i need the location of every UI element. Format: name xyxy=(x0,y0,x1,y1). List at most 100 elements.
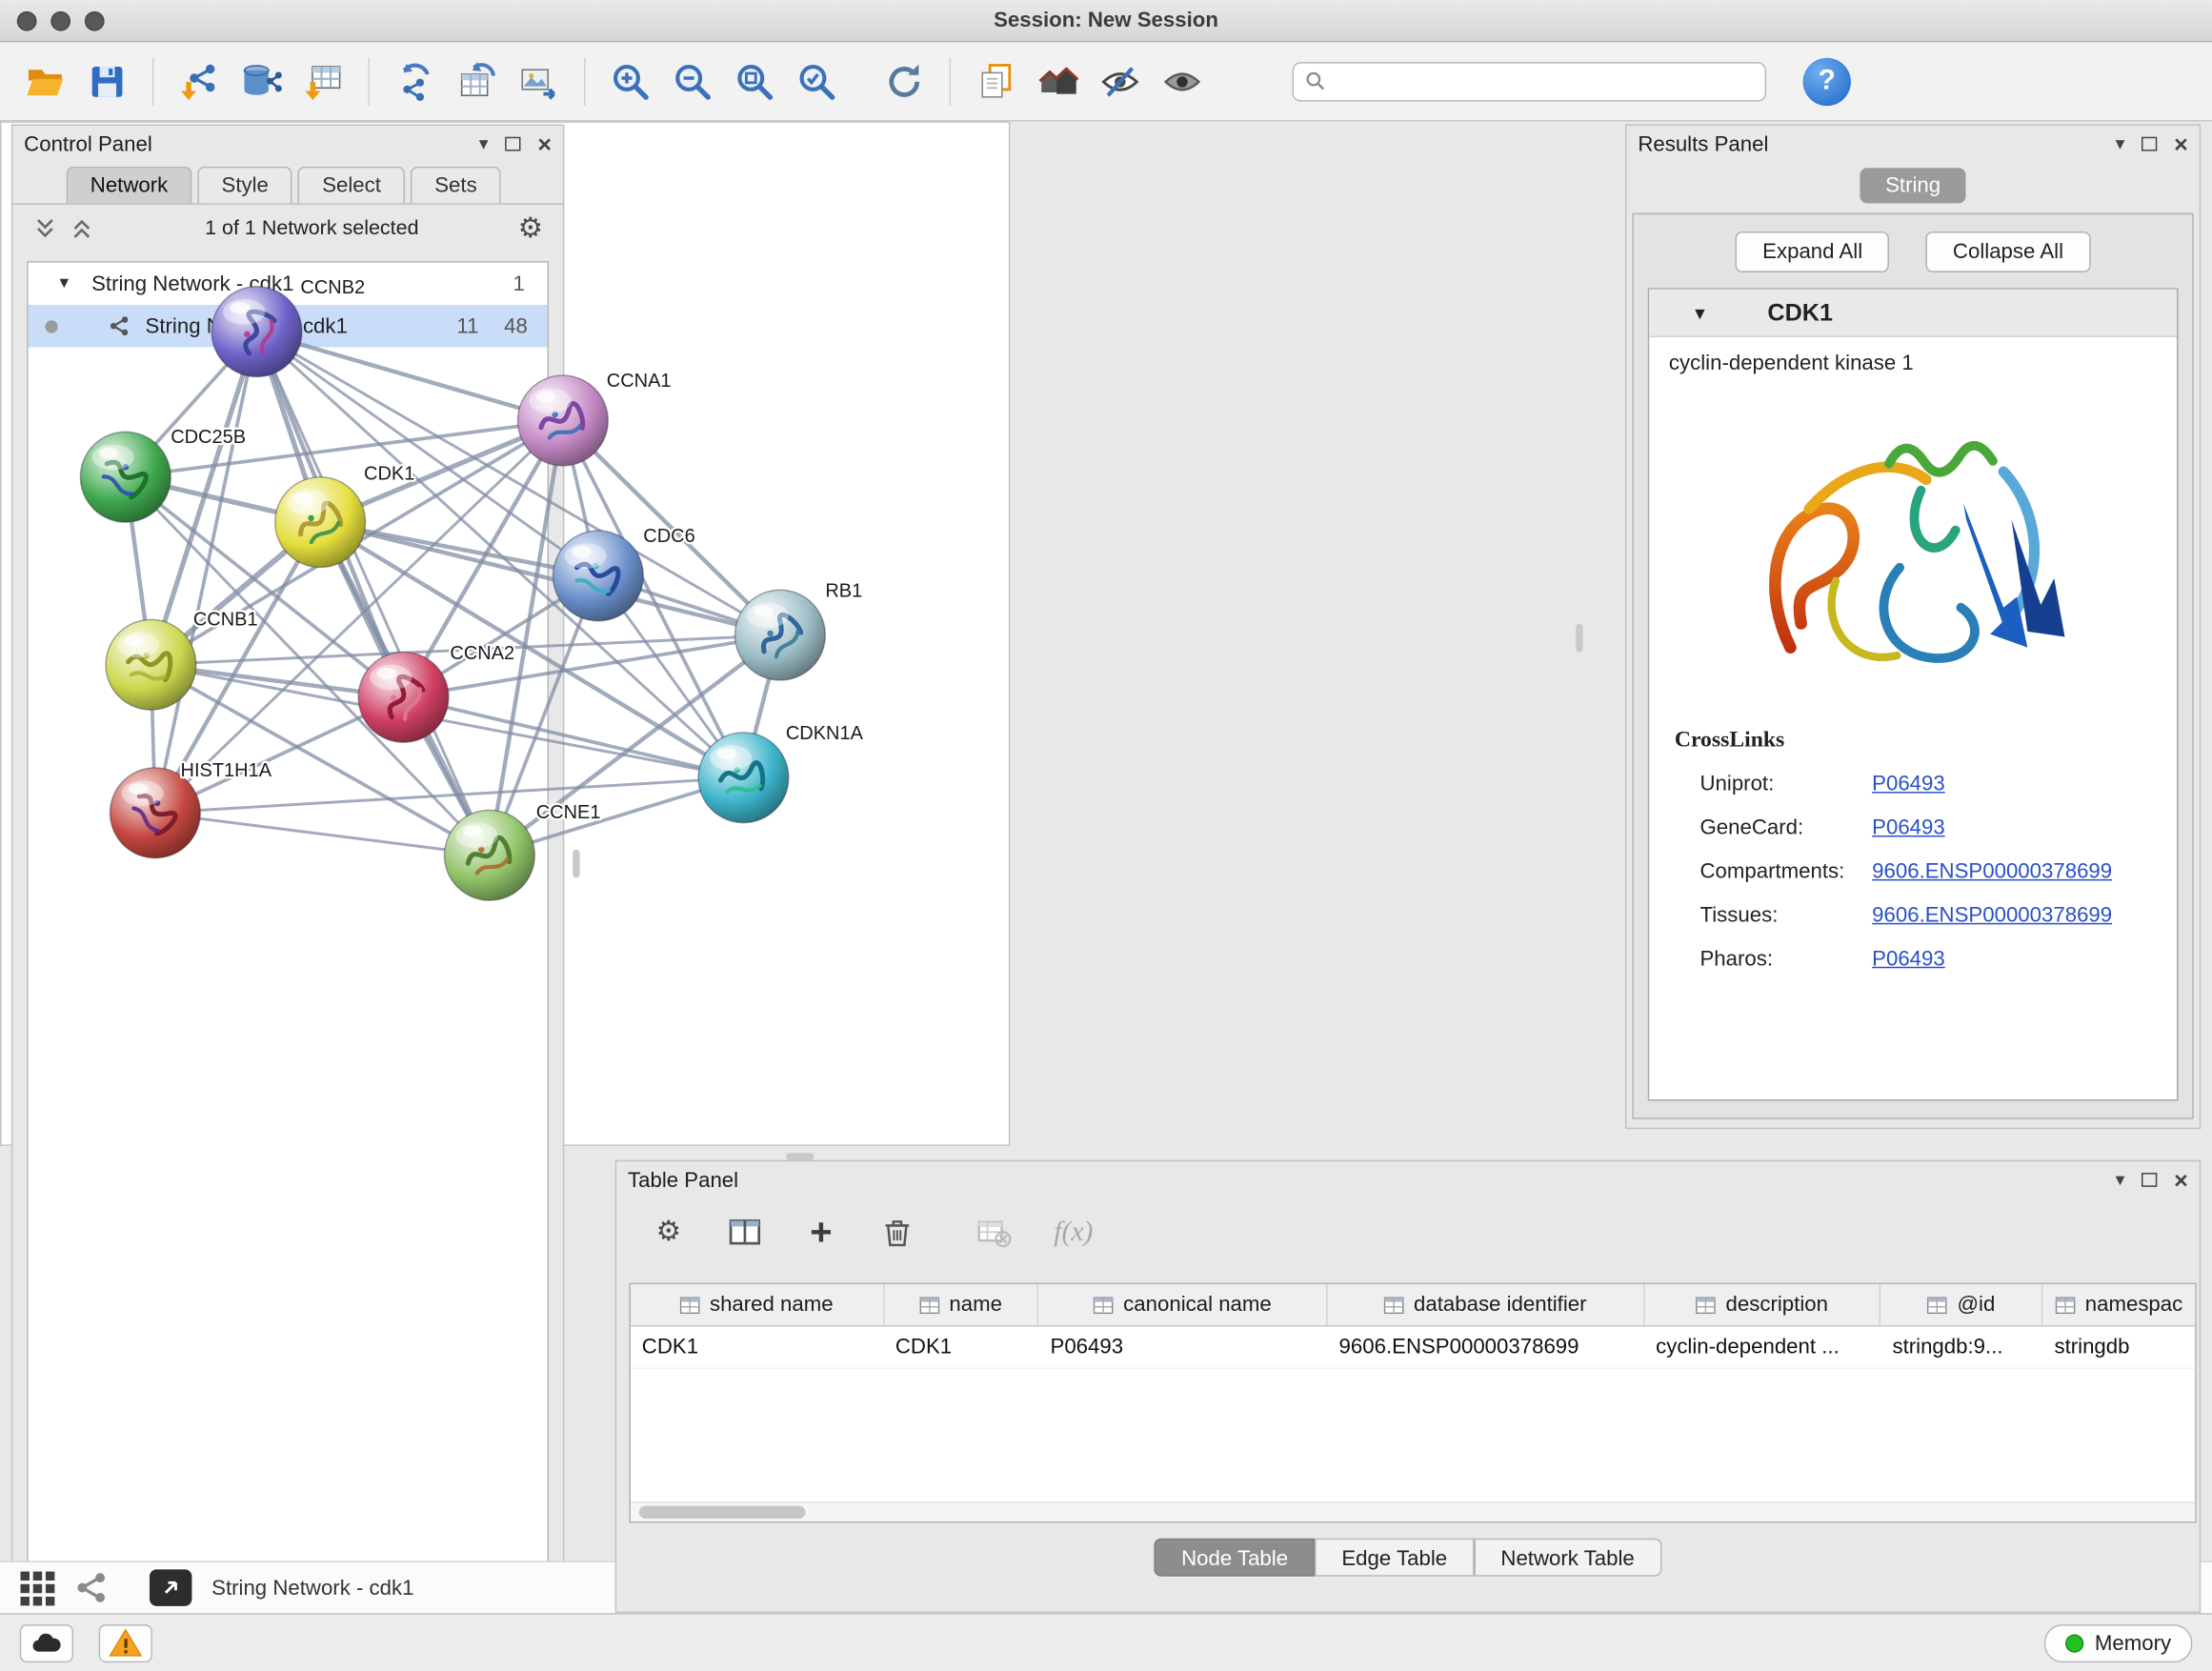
table-panel-close-icon[interactable]: × xyxy=(2174,1168,2188,1192)
toolbar-separator xyxy=(152,57,153,105)
string-results-container: Expand All Collapse All ▼ CDK1 cyclin-de… xyxy=(1632,213,2193,1119)
network-edge[interactable] xyxy=(257,332,563,420)
zoom-fit-icon xyxy=(734,60,775,102)
network-node-CCNB2[interactable] xyxy=(211,287,302,377)
network-node-HIST1H1A[interactable] xyxy=(111,768,201,858)
add-column-plus-icon[interactable]: + xyxy=(800,1211,842,1253)
import-network-from-file-button[interactable] xyxy=(168,50,230,112)
collapse-all-button[interactable]: Collapse All xyxy=(1926,232,2090,272)
export-image-button[interactable] xyxy=(508,50,570,112)
delete-table-icon[interactable] xyxy=(972,1211,1014,1253)
network-node-RB1[interactable] xyxy=(735,590,826,680)
table-arrow-icon xyxy=(455,60,497,102)
tab-node-table[interactable]: Node Table xyxy=(1155,1539,1315,1577)
network-node-CDC25B[interactable] xyxy=(80,432,171,522)
table-settings-gear-icon[interactable]: ⚙ xyxy=(648,1211,690,1253)
bottom-splitter-grip[interactable] xyxy=(786,1153,814,1159)
zoom-out-button[interactable] xyxy=(662,50,724,112)
new-table-button[interactable] xyxy=(446,50,508,112)
network-node-CCNA1[interactable] xyxy=(517,375,608,466)
crosslink-label: Tissues: xyxy=(1699,903,1872,927)
crosslink-pharos[interactable]: P06493 xyxy=(1872,947,1945,971)
toolbar-separator xyxy=(369,57,370,105)
crosslink-row: Uniprot: P06493 xyxy=(1649,762,2177,806)
show-columns-icon[interactable] xyxy=(724,1211,766,1253)
column-header-canonical-name[interactable]: canonical name xyxy=(1039,1284,1328,1325)
zoom-in-button[interactable] xyxy=(599,50,661,112)
import-table-from-file-button[interactable] xyxy=(292,50,354,112)
column-header-shared-name[interactable]: shared name xyxy=(631,1284,884,1325)
column-header-description[interactable]: description xyxy=(1644,1284,1880,1325)
help-button[interactable]: ? xyxy=(1803,57,1851,105)
new-network-button[interactable] xyxy=(384,50,446,112)
network-node-CDKN1A[interactable] xyxy=(698,733,789,823)
import-network-from-database-button[interactable] xyxy=(230,50,292,112)
protein-structure-image xyxy=(1736,381,2091,715)
tab-edge-table[interactable]: Edge Table xyxy=(1315,1539,1474,1577)
zoom-out-icon xyxy=(672,60,714,102)
memory-button[interactable]: Memory xyxy=(2044,1623,2193,1661)
tab-string[interactable]: String xyxy=(1860,168,1965,203)
cloud-icon xyxy=(30,1630,64,1656)
network-node-CCNA2[interactable] xyxy=(358,652,449,742)
copy-document-button[interactable] xyxy=(965,50,1027,112)
crosslink-row: Tissues: 9606.ENSP00000378699 xyxy=(1649,894,2177,937)
column-header-namespace[interactable]: namespac xyxy=(2043,1284,2196,1325)
network-graph-canvas[interactable]: CCNB2CCNA1CDC25BCDK1CDC6RB1CCNB1CCNA2CDK… xyxy=(0,121,1007,1091)
results-panel-title: Results Panel xyxy=(1638,132,2115,156)
zoom-fit-button[interactable] xyxy=(724,50,786,112)
table-panel-menu-caret-icon[interactable]: ▾ xyxy=(2116,1169,2125,1192)
network-node-CDK1[interactable] xyxy=(275,477,366,568)
network-node-CCNE1[interactable] xyxy=(444,810,534,900)
first-neighbors-button[interactable] xyxy=(1027,50,1089,112)
save-session-button[interactable] xyxy=(76,50,138,112)
horizontal-scrollbar[interactable] xyxy=(631,1501,2195,1521)
document-copy-icon xyxy=(975,60,1016,102)
function-builder-icon[interactable]: f(x) xyxy=(1054,1216,1093,1248)
network-node-CCNB1[interactable] xyxy=(106,619,196,710)
crosslink-uniprot[interactable]: P06493 xyxy=(1872,772,1945,795)
warnings-button[interactable] xyxy=(99,1623,152,1661)
left-splitter-grip[interactable] xyxy=(573,850,579,878)
open-in-new-window-button[interactable] xyxy=(150,1569,191,1606)
network-share-small-icon[interactable] xyxy=(70,1568,110,1607)
network-edge[interactable] xyxy=(404,697,744,777)
network-edge[interactable] xyxy=(155,813,490,855)
network-edge[interactable] xyxy=(155,332,257,813)
crosslink-tissues[interactable]: 9606.ENSP00000378699 xyxy=(1872,903,2112,927)
right-splitter-grip[interactable] xyxy=(1576,624,1582,653)
cell-database-identifier: 9606.ENSP00000378699 xyxy=(1328,1327,1645,1368)
column-header-id[interactable]: @id xyxy=(1881,1284,2043,1325)
zoom-selected-button[interactable] xyxy=(786,50,848,112)
refresh-button[interactable] xyxy=(874,50,935,112)
show-all-button[interactable] xyxy=(1151,50,1213,112)
network-edge[interactable] xyxy=(257,332,490,856)
cloud-status-button[interactable] xyxy=(20,1623,73,1661)
search-box[interactable] xyxy=(1293,61,1767,100)
results-panel-menu-caret-icon[interactable]: ▾ xyxy=(2116,132,2125,155)
results-panel-close-icon[interactable]: × xyxy=(2174,132,2188,156)
hide-selected-button[interactable] xyxy=(1089,50,1151,112)
node-label-CDK1: CDK1 xyxy=(364,464,414,485)
gene-collapse-caret-icon[interactable]: ▼ xyxy=(1692,303,1709,323)
grid-view-icon[interactable] xyxy=(17,1568,56,1607)
delete-column-trash-icon[interactable] xyxy=(876,1211,918,1253)
open-session-button[interactable] xyxy=(14,50,76,112)
table-panel-float-icon[interactable] xyxy=(2142,1173,2157,1187)
results-panel-float-icon[interactable] xyxy=(2142,137,2157,151)
column-header-name[interactable]: name xyxy=(884,1284,1039,1325)
crosslink-compartments[interactable]: 9606.ENSP00000378699 xyxy=(1872,859,2112,883)
column-header-database-identifier[interactable]: database identifier xyxy=(1328,1284,1645,1325)
scrollbar-thumb[interactable] xyxy=(639,1506,806,1519)
crosslink-label: Pharos: xyxy=(1699,947,1872,971)
table-row[interactable]: CDK1 CDK1 P06493 9606.ENSP00000378699 cy… xyxy=(631,1327,2195,1369)
crosslink-genecard[interactable]: P06493 xyxy=(1872,815,1945,839)
network-node-CDC6[interactable] xyxy=(553,531,644,621)
tab-network-table[interactable]: Network Table xyxy=(1474,1539,1661,1577)
houses-icon xyxy=(1036,60,1078,102)
gene-card-header[interactable]: ▼ CDK1 xyxy=(1649,290,2177,337)
crosslink-row: Pharos: P06493 xyxy=(1649,937,2177,981)
expand-all-button[interactable]: Expand All xyxy=(1736,232,1889,272)
search-input[interactable] xyxy=(1335,69,1754,94)
network-edge[interactable] xyxy=(320,522,780,635)
